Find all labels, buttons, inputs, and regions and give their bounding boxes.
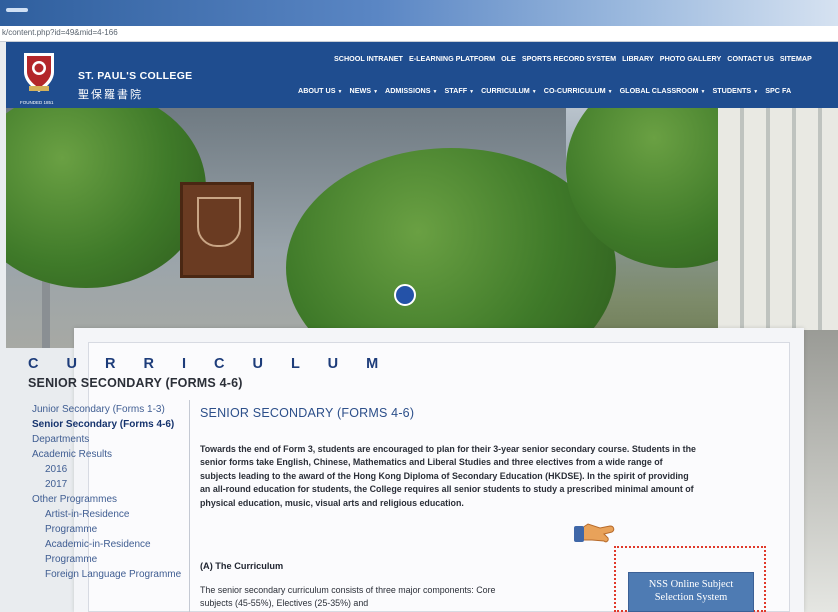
sidebar-item[interactable]: Academic Results (32, 447, 182, 462)
top-nav-item[interactable]: CONTACT US (727, 54, 774, 63)
top-nav-item[interactable]: PHOTO GALLERY (660, 54, 722, 63)
main-nav-label[interactable]: CO-CURRICULUM (544, 86, 606, 95)
hero-traffic-sign (394, 284, 416, 306)
top-nav-item[interactable]: LIBRARY (622, 54, 654, 63)
pointing-hand-icon (574, 523, 615, 543)
top-nav-item[interactable]: SITEMAP (780, 54, 812, 63)
main-nav-label[interactable]: STUDENTS (712, 86, 751, 95)
main-nav-item[interactable]: NEWS ▼ (350, 86, 379, 95)
sidebar-item[interactable]: Departments (32, 432, 182, 447)
curriculum-subtitle: SENIOR SECONDARY (FORMS 4-6) (28, 376, 243, 390)
main-nav-item[interactable]: SPC FA (765, 86, 791, 95)
chevron-down-icon[interactable]: ▼ (469, 89, 474, 95)
top-nav: SCHOOL INTRANET E-LEARNING PLATFORM OLE SPO… (334, 54, 812, 63)
sidebar-item[interactable]: 2016 (32, 462, 182, 477)
intro-paragraph: Towards the end of Form 3, students are … (200, 444, 696, 508)
chevron-down-icon[interactable]: ▼ (338, 89, 343, 95)
top-nav-item[interactable]: SPORTS RECORD SYSTEM (522, 54, 616, 63)
main-nav-label[interactable]: STAFF (445, 86, 468, 95)
sidebar-divider (189, 400, 190, 612)
college-name-zh[interactable]: 聖保羅書院 (78, 86, 143, 102)
college-crest-icon[interactable] (22, 50, 56, 94)
address-bar[interactable]: k/content.php?id=49&mid=4-166 (0, 26, 838, 42)
section-a-body: The senior secondary curriculum consists… (200, 585, 496, 609)
college-name-en[interactable]: ST. PAUL'S COLLEGE (78, 70, 192, 82)
top-nav-item[interactable]: SCHOOL INTRANET (334, 54, 403, 63)
top-nav-item[interactable]: OLE (501, 54, 516, 63)
main-nav-item[interactable]: STUDENTS ▼ (712, 86, 758, 95)
nss-button-line2[interactable]: Selection System (629, 591, 753, 604)
chevron-down-icon[interactable]: ▼ (373, 89, 378, 95)
sidebar-item[interactable]: Foreign Language Programme (32, 567, 182, 582)
address-bar-url[interactable]: k/content.php?id=49&mid=4-166 (2, 28, 118, 37)
main-nav-label[interactable]: ADMISSIONS (385, 86, 431, 95)
sidebar-item[interactable]: 2017 (32, 477, 182, 492)
main-nav-item[interactable]: ADMISSIONS ▼ (385, 86, 437, 95)
main-nav-item[interactable]: GLOBAL CLASSROOM ▼ (620, 86, 706, 95)
sidebar-item[interactable]: Junior Secondary (Forms 1-3) (32, 402, 182, 417)
main-nav-label[interactable]: SPC FA (765, 86, 791, 95)
hero-photo (6, 108, 838, 348)
section-a-heading: (A) The Curriculum (200, 561, 284, 571)
page-heading: SENIOR SECONDARY (FORMS 4-6) (200, 406, 415, 420)
sidebar-menu: Junior Secondary (Forms 1-3) Senior Secon… (32, 402, 182, 582)
background-photo-edge (804, 330, 838, 612)
main-nav-label[interactable]: GLOBAL CLASSROOM (620, 86, 699, 95)
site-header: ST. PAUL'S COLLEGE 聖保羅書院 FOUNDED 1851 SC… (6, 42, 838, 108)
main-nav-label[interactable]: CURRICULUM (481, 86, 530, 95)
main-nav-item[interactable]: CO-CURRICULUM ▼ (544, 86, 613, 95)
chevron-down-icon[interactable]: ▼ (753, 89, 758, 95)
browser-window-bar (0, 0, 838, 26)
sidebar-item[interactable]: Artist-in-Residence Programme (32, 507, 182, 537)
chevron-down-icon[interactable]: ▼ (433, 89, 438, 95)
main-nav-item[interactable]: ABOUT US ▼ (298, 86, 343, 95)
browser-tab[interactable] (6, 8, 28, 12)
hero-building (718, 108, 838, 348)
chevron-down-icon[interactable]: ▼ (532, 89, 537, 95)
nss-button-line1[interactable]: NSS Online Subject (629, 578, 753, 591)
hero-crest-plaque (180, 182, 254, 278)
main-nav: ABOUT US ▼ NEWS ▼ ADMISSIONS ▼ STAFF ▼ CURRICULU… (298, 86, 791, 95)
sidebar-item[interactable]: Academic-in-Residence Programme (32, 537, 182, 567)
sidebar-item[interactable]: Other Programmes (32, 492, 182, 507)
curriculum-title: C U R R I C U L U M (28, 356, 391, 372)
chevron-down-icon[interactable]: ▼ (701, 89, 706, 95)
top-nav-item[interactable]: E-LEARNING PLATFORM (409, 54, 495, 63)
founded-label: FOUNDED 1851 (20, 100, 54, 105)
nss-online-subject-selection-button[interactable]: NSS Online Subject Selection System (628, 572, 754, 612)
screenshot-frame: k/content.php?id=49&mid=4-166 ST. PAUL'S… (0, 0, 838, 612)
chevron-down-icon[interactable]: ▼ (608, 89, 613, 95)
main-nav-label[interactable]: NEWS (350, 86, 372, 95)
main-nav-item[interactable]: STAFF ▼ (445, 86, 475, 95)
main-nav-item[interactable]: CURRICULUM ▼ (481, 86, 537, 95)
sidebar-item[interactable]: Senior Secondary (Forms 4-6) (32, 417, 182, 432)
main-nav-label[interactable]: ABOUT US (298, 86, 336, 95)
